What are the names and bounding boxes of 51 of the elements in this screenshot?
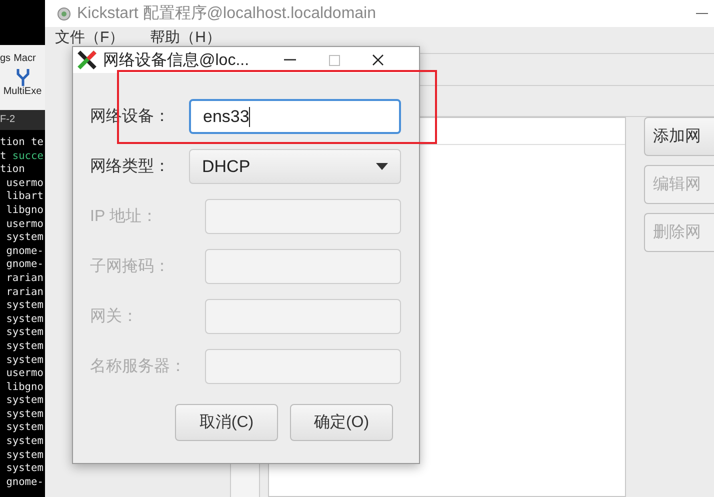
terminal-line: gnome- [5, 476, 44, 490]
terminal-line: rarian [5, 286, 44, 300]
terminal-line: system [5, 408, 44, 422]
field-label: 网关： [90, 306, 139, 327]
terminal-tab[interactable]: F-2 [0, 110, 45, 130]
side-button[interactable]: 添加网 [644, 117, 714, 156]
terminal-line: system [5, 326, 44, 340]
terminal-line: system [5, 340, 44, 354]
terminal-line: system [5, 421, 44, 436]
close-icon[interactable] [372, 54, 384, 66]
toolbar-label[interactable]: gs [0, 53, 11, 64]
terminal-line: system [5, 448, 44, 462]
dialog-button[interactable]: 确定(O) [290, 404, 393, 441]
terminal-line: system [5, 394, 44, 408]
fork-icon [16, 68, 30, 86]
terminal-line: rarian [5, 272, 44, 286]
type-dropdown[interactable]: DHCP [189, 149, 401, 184]
terminal-line: tion [0, 163, 26, 177]
terminal-line: t succe [0, 150, 44, 164]
terminal-line: system [5, 299, 44, 313]
dialog-button[interactable]: 取消(C) [175, 404, 278, 441]
x-logo-icon [77, 50, 97, 70]
field-label: 子网掩码： [90, 257, 171, 277]
terminal-line: system [5, 435, 44, 449]
app-icon [57, 6, 71, 20]
minimize-icon[interactable] [284, 59, 296, 61]
toolbar-label[interactable]: Macr [14, 53, 36, 64]
dialog-title: 网络设备信息@loc... [103, 50, 250, 70]
maximize-icon[interactable] [328, 54, 340, 66]
terminal-line: system [5, 231, 44, 245]
terminal-line: usermo [5, 218, 44, 232]
field-label: 网络类型： [90, 156, 171, 177]
terminal-line: tion te [0, 136, 44, 150]
window-title: Kickstart 配置程序@localhost.localdomain [77, 4, 378, 24]
terminal-line: libgno [5, 204, 44, 218]
field-label: IP 地址： [90, 206, 158, 227]
menu-item[interactable]: 文件（F） [55, 29, 124, 49]
terminal-line: gnome- [5, 258, 44, 272]
terminal-line: system [5, 312, 44, 326]
dropdown-arrow-icon [376, 163, 388, 170]
menu-item[interactable]: 帮助（H） [150, 29, 222, 49]
toolbar-button[interactable]: MultiExe [3, 86, 42, 97]
terminal-line: usermo [5, 176, 44, 190]
terminal-line: system [5, 354, 44, 368]
input-field[interactable]: ens33 [189, 99, 401, 134]
terminal-line: libart [5, 190, 44, 204]
terminal-line: libgno [5, 380, 44, 394]
terminal-line: system [5, 462, 44, 476]
terminal-line: gnome- [5, 244, 44, 258]
terminal-line: usermo [5, 367, 44, 381]
field-label: 名称服务器： [90, 357, 187, 377]
